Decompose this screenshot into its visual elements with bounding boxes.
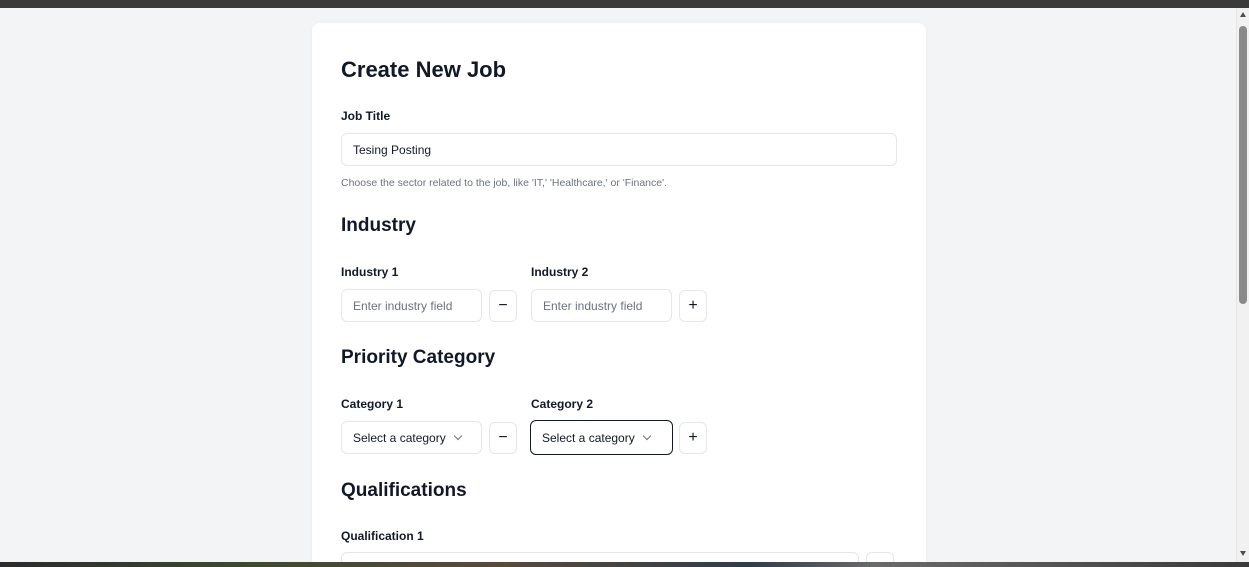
add-industry-button[interactable]: + [679, 290, 707, 322]
industry-1-input[interactable]: Enter industry field [341, 289, 482, 322]
scroll-down-icon[interactable] [1240, 551, 1246, 556]
chevron-down-icon [453, 431, 462, 440]
category-2-select[interactable]: Select a category [530, 420, 673, 455]
minus-icon: − [498, 297, 508, 314]
taskbar-strip [0, 562, 1249, 567]
remove-industry-button[interactable]: − [489, 290, 517, 322]
remove-category-button[interactable]: − [489, 422, 517, 454]
browser-top-bar [0, 0, 1249, 8]
industry-heading: Industry [341, 215, 416, 236]
add-category-button[interactable]: + [679, 422, 707, 454]
create-job-form: Create New Job Job Title Tesing Posting … [312, 23, 926, 567]
job-title-input[interactable]: Tesing Posting [341, 133, 897, 166]
minus-icon: − [498, 429, 508, 446]
page-title: Create New Job [341, 57, 507, 82]
category-2-label: Category 2 [531, 397, 594, 411]
industry-2-label: Industry 2 [531, 265, 589, 279]
category-1-select[interactable]: Select a category [341, 421, 482, 454]
chevron-down-icon [642, 431, 651, 440]
scroll-up-icon[interactable] [1240, 12, 1246, 17]
job-title-help-text: Choose the sector related to the job, li… [341, 177, 668, 189]
industry-2-input[interactable]: Enter industry field [531, 289, 672, 322]
qualification-1-label: Qualification 1 [341, 529, 424, 543]
scroll-thumb[interactable] [1239, 26, 1247, 304]
industry-1-label: Industry 1 [341, 265, 399, 279]
plus-icon: + [688, 429, 698, 446]
priority-category-heading: Priority Category [341, 347, 496, 368]
category-2-select-value: Select a category [542, 430, 635, 445]
qualifications-heading: Qualifications [341, 480, 467, 501]
job-title-label: Job Title [341, 109, 391, 123]
category-1-label: Category 1 [341, 397, 404, 411]
category-1-select-value: Select a category [353, 430, 446, 445]
page-scrollbar[interactable] [1236, 8, 1249, 562]
plus-icon: + [688, 297, 698, 314]
